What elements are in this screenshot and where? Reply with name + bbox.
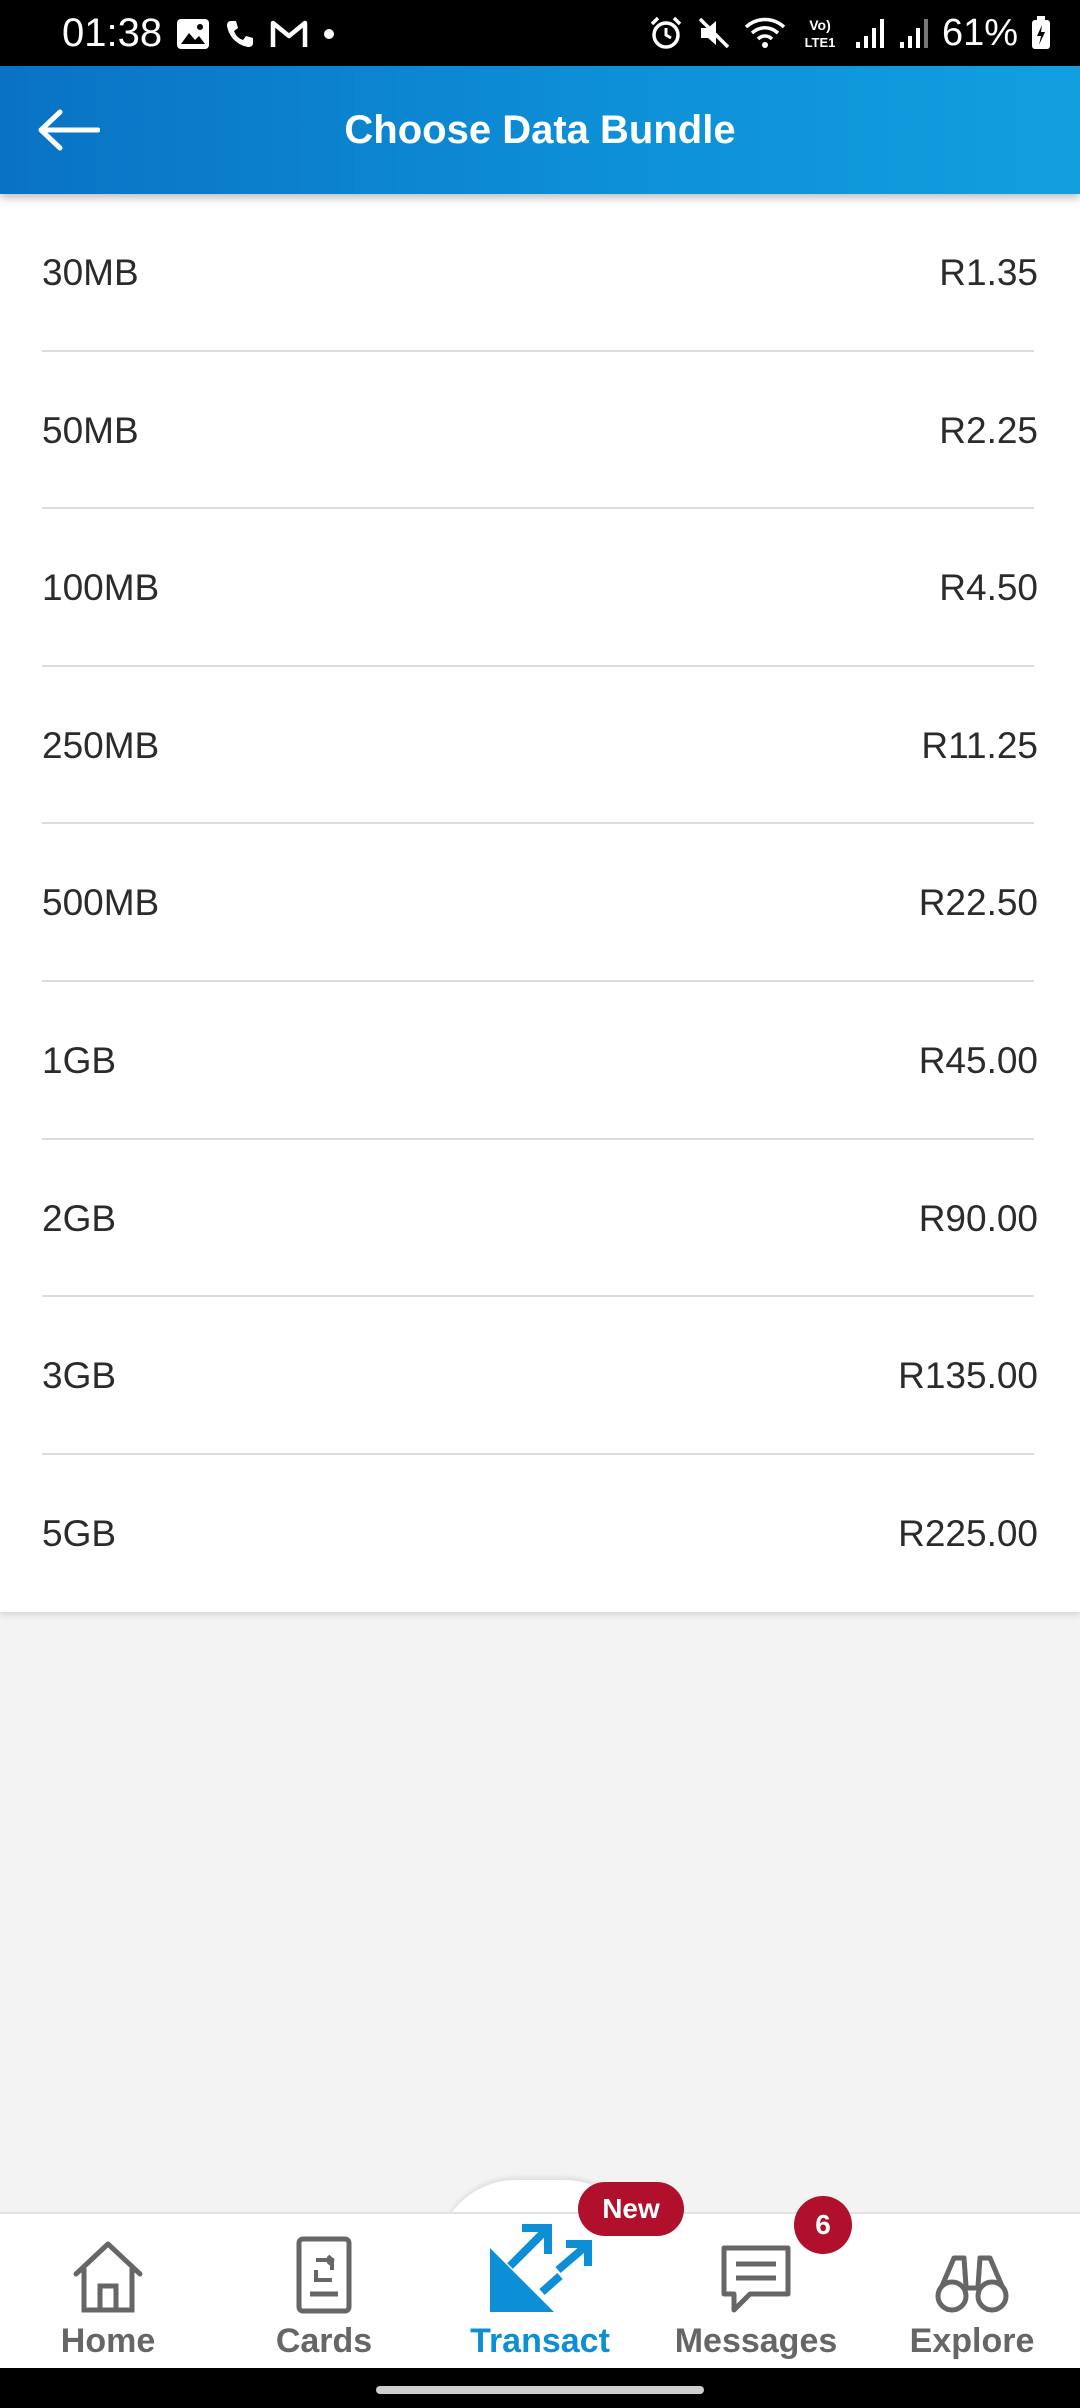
bundle-row[interactable]: 5GB R225.00 [0,1455,1080,1613]
bundle-price: R22.50 [918,882,1038,924]
bundle-row[interactable]: 3GB R135.00 [0,1297,1080,1455]
alarm-icon [650,16,682,49]
bundle-price: R2.25 [939,409,1038,451]
nav-transact[interactable]: Transact [432,2222,648,2368]
mute-icon [698,17,730,49]
signal-icon [855,19,884,48]
bundle-size: 500MB [42,882,160,924]
transact-icon [490,2224,592,2312]
battery-icon [1032,16,1050,49]
bundle-size: 30MB [42,252,139,293]
bundle-price: R45.00 [918,1039,1038,1081]
home-indicator[interactable] [376,2386,704,2394]
dot-icon [324,29,334,39]
nav-transact-label: Transact [470,2322,610,2360]
status-time: 01:38 [62,11,163,55]
bundle-size: 50MB [42,409,139,451]
bundle-size: 1GB [42,1039,117,1081]
home-icon [73,2241,143,2313]
phone-icon [227,21,253,47]
bundle-row[interactable]: 250MB R11.25 [0,667,1080,825]
nav-home[interactable]: Home [0,2222,216,2368]
bundle-size: 5GB [42,1512,117,1554]
svg-text:LTE1: LTE1 [805,35,836,50]
status-right-icons: Vo) LTE1 61% [648,10,1052,56]
status-left-icons [176,16,336,52]
bundle-list: 30MB R1.35 50MB R2.25 100MB R4.50 250MB … [0,194,1080,1613]
page-title: Choose Data Bundle [344,108,736,152]
app-bar: Choose Data Bundle [0,66,1080,194]
nav-explore[interactable]: Explore [864,2222,1080,2368]
nav-home-label: Home [60,2322,156,2360]
volte-icon: Vo) LTE1 [805,17,836,50]
bundle-row[interactable]: 30MB R1.35 [0,194,1080,352]
gmail-icon [270,20,308,47]
bundle-price: R135.00 [898,1355,1038,1397]
bundle-price: R90.00 [918,1197,1038,1239]
bundle-row[interactable]: 500MB R22.50 [0,824,1080,982]
new-badge: New [578,2182,684,2236]
bundle-price: R225.00 [898,1512,1038,1554]
bundle-size: 250MB [42,724,160,766]
battery-percent: 61% [941,12,1018,54]
svg-text:Vo): Vo) [809,17,831,33]
nav-cards-label: Cards [275,2322,373,2360]
bundle-row[interactable]: 50MB R2.25 [0,352,1080,510]
binoculars-icon [935,2255,1009,2313]
bundle-price: R11.25 [921,724,1038,766]
bundle-price: R4.50 [939,567,1038,609]
cards-icon [296,2236,352,2314]
bundle-row[interactable]: 1GB R45.00 [0,982,1080,1140]
bundle-price: R1.35 [939,252,1038,293]
bundle-size: 100MB [42,567,160,609]
bundle-size: 2GB [42,1197,117,1239]
signal-icon [899,19,928,48]
wifi-icon [744,17,786,48]
image-icon [177,19,209,49]
nav-cards[interactable]: Cards [216,2222,432,2368]
nav-explore-label: Explore [909,2322,1035,2360]
bundle-size: 3GB [42,1355,117,1397]
status-bar: 01:38 Vo) LTE1 61% [0,0,1080,66]
messages-count-badge: 6 [794,2196,852,2254]
bundle-row[interactable]: 100MB R4.50 [0,509,1080,667]
gesture-bar [0,2368,1080,2408]
nav-messages-label: Messages [674,2322,838,2360]
bundle-row[interactable]: 2GB R90.00 [0,1140,1080,1298]
messages-icon [721,2245,791,2313]
